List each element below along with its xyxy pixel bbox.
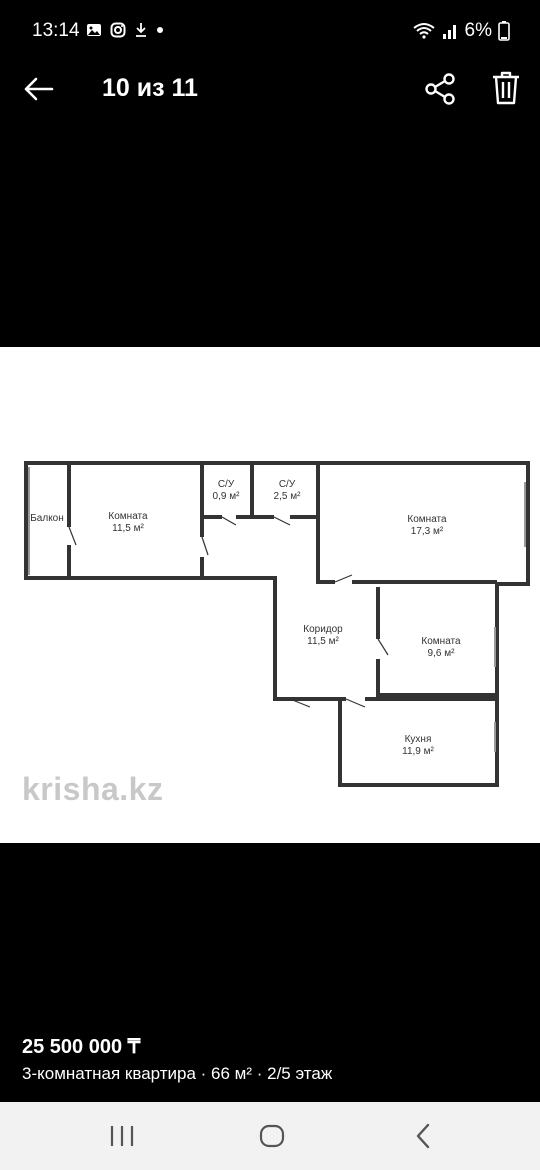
- recent-apps-icon: [110, 1126, 134, 1146]
- back-icon: [416, 1123, 430, 1149]
- status-bar: 13:14 6%: [0, 0, 540, 62]
- bath2-area: 2,5 м²: [274, 491, 302, 502]
- room1-name: Комната: [108, 511, 148, 522]
- room1-area: 11,5 м²: [112, 523, 144, 534]
- listing-photo[interactable]: Балкон Комната 11,5 м² С/У 0,9 м² С/У 2,…: [0, 347, 540, 843]
- bath1-name: С/У: [218, 479, 235, 490]
- app-bar: 10 из 11: [0, 62, 540, 118]
- bath1-area: 0,9 м²: [213, 491, 241, 502]
- battery-percent: 6%: [464, 20, 492, 41]
- back-arrow-icon: [24, 77, 54, 101]
- download-icon: [136, 23, 146, 37]
- status-time: 13:14: [32, 20, 80, 41]
- delete-button[interactable]: [490, 70, 522, 106]
- page-title: 10 из 11: [102, 74, 198, 102]
- room3-area: 9,6 м²: [428, 648, 456, 659]
- balcony-label: Балкон: [30, 513, 64, 524]
- share-icon: [425, 73, 455, 105]
- recent-apps-button[interactable]: [102, 1118, 142, 1154]
- battery-icon: [498, 21, 510, 41]
- corridor-name: Коридор: [303, 624, 343, 635]
- kitchen-area: 11,9 м²: [402, 746, 434, 757]
- corridor-area: 11,5 м²: [307, 636, 339, 647]
- watermark: krisha.kz: [22, 771, 164, 807]
- instagram-icon: [110, 22, 126, 38]
- floor-plan: Балкон Комната 11,5 м² С/У 0,9 м² С/У 2,…: [24, 461, 530, 787]
- listing-price: 25 500 000 ₸: [22, 1036, 141, 1058]
- kitchen-name: Кухня: [405, 734, 432, 745]
- trash-icon: [493, 71, 519, 105]
- room2-area: 17,3 м²: [411, 526, 444, 537]
- home-icon: [259, 1124, 285, 1148]
- system-nav-bar: [0, 1102, 540, 1170]
- share-button[interactable]: [424, 72, 456, 106]
- dot-icon: [157, 27, 163, 33]
- room2-name: Комната: [407, 514, 447, 525]
- gallery-icon: [87, 24, 101, 36]
- home-button[interactable]: [252, 1118, 292, 1154]
- listing-description: 3-комнатная квартира · 66 м² · 2/5 этаж: [22, 1064, 333, 1083]
- room3-name: Комната: [421, 636, 461, 647]
- bath2-name: С/У: [279, 479, 296, 490]
- wifi-icon: [412, 23, 435, 39]
- back-nav-button[interactable]: [404, 1118, 444, 1154]
- signal-icon: [442, 25, 456, 39]
- back-button[interactable]: [22, 74, 58, 104]
